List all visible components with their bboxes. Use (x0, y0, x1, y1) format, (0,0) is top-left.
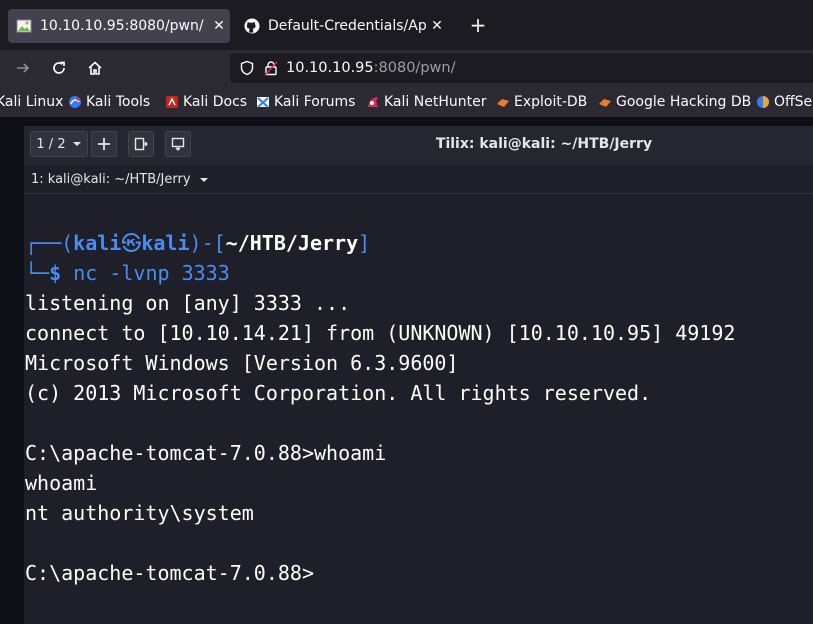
prompt-bracket: [ (213, 231, 226, 255)
terminal-tab-bar: 1: kali@kali: ~/HTB/Jerry (24, 166, 813, 194)
reload-icon (53, 61, 65, 74)
prompt-corner: └─ (25, 261, 50, 285)
kali-tools-icon (68, 95, 82, 109)
prompt-dollar: $ (49, 261, 62, 285)
reload-button[interactable] (46, 55, 72, 81)
bookmark-label: Kali Docs (183, 94, 248, 110)
terminal-title: 1: kali@kali: ~/HTB/Jerry (31, 172, 191, 187)
url-text[interactable]: 10.10.10.95:8080/pwn/ (286, 60, 455, 76)
bookmark-kali-nethunter[interactable]: Kali NetHunter (366, 93, 486, 111)
output-line: C:\apache-tomcat-7.0.88>whoami (25, 441, 387, 465)
address-bar[interactable]: 10.10.10.95:8080/pwn/ (230, 53, 813, 83)
bookmark-offsec[interactable]: OffSec (756, 93, 813, 111)
output-line: connect to [10.10.14.21] from (UNKNOWN) … (25, 321, 736, 345)
tab-title: Default-Credentials/Apac (268, 18, 426, 34)
exploit-db-icon (496, 95, 510, 109)
home-icon (88, 61, 102, 75)
prompt-user: kali (73, 231, 122, 255)
bookmark-label: Kali Forums (274, 94, 356, 110)
bookmark-label: Google Hacking DB (616, 94, 752, 110)
bookmark-kali-forums[interactable]: Kali Forums (256, 93, 355, 111)
prompt-paren: ( (61, 231, 74, 255)
browser-tab-strip: 10.10.10.95:8080/pwn/ ✕ Default-Credenti… (0, 0, 813, 50)
kali-forums-icon (256, 95, 270, 109)
bookmark-exploit-db[interactable]: Exploit-DB (496, 93, 587, 111)
ghdb-icon (598, 95, 612, 109)
prompt-dash: - (201, 231, 214, 255)
arrow-right-icon (17, 63, 30, 73)
bookmark-label: OffSec (774, 94, 813, 110)
home-button[interactable] (82, 55, 108, 81)
bookmark-label: Kali Tools (86, 94, 151, 110)
tab-title: 10.10.10.95:8080/pwn/ (40, 18, 204, 34)
bookmark-google-hacking-db[interactable]: Google Hacking DB (598, 93, 751, 111)
output-line: nt authority\system (25, 501, 254, 525)
output-line: (c) 2013 Microsoft Corporation. All righ… (25, 381, 652, 405)
bookmark-label: Kali NetHunter (384, 94, 487, 110)
bookmark-label: Kali Linux (0, 94, 64, 110)
shield-icon[interactable] (238, 59, 256, 77)
terminal-title-menu[interactable]: 1: kali@kali: ~/HTB/Jerry (31, 172, 209, 187)
prompt-path: ~/HTB/Jerry (225, 231, 359, 255)
tilix-window-title: Tilix: kali@kali: ~/HTB/Jerry (435, 136, 653, 152)
chevron-down-icon (199, 177, 208, 182)
output-line: C:\apache-tomcat-7.0.88> (25, 561, 314, 585)
command-args: -lvnp 3333 (97, 261, 230, 285)
output-line: whoami (25, 471, 98, 495)
new-tab-button[interactable]: + (466, 11, 490, 39)
tab-close-icon[interactable]: ✕ (426, 18, 448, 34)
url-host: 10.10.10.95 (286, 60, 374, 76)
tilix-header-bar: 1 / 2 Tilix: kali@kali: ~/HTB/Jerry (24, 126, 813, 166)
bookmark-kali-tools[interactable]: Kali Tools (68, 93, 150, 111)
prompt-at: ㉿ (121, 231, 142, 255)
navigation-bar: 10.10.10.95:8080/pwn/ (0, 50, 813, 86)
prompt-paren: ) (189, 231, 202, 255)
prompt-line-2: └─$ nc -lvnp 3333 (25, 258, 230, 288)
prompt-corner: ┌── (25, 231, 62, 255)
tilix-window: 1 / 2 Tilix: kali@kali: ~/HTB/Jerry 1: k… (24, 126, 813, 624)
prompt-bracket: ] (358, 231, 371, 255)
image-broken-icon (16, 18, 32, 34)
prompt-host: kali (141, 231, 190, 255)
bookmark-kali-docs[interactable]: Kali Docs (165, 93, 247, 111)
offsec-icon (756, 95, 770, 109)
tab-pwn[interactable]: 10.10.10.95:8080/pwn/ ✕ (8, 9, 230, 43)
insecure-lock-icon[interactable] (262, 59, 280, 77)
forward-button[interactable] (10, 55, 36, 81)
output-line: Microsoft Windows [Version 6.3.9600] (25, 351, 459, 375)
output-line: listening on [any] 3333 ... (25, 291, 351, 315)
terminal-output[interactable]: ┌──(kali㉿kali)-[~/HTB/Jerry] └─$ nc -lvn… (24, 194, 813, 624)
github-icon (244, 18, 260, 34)
url-path: :8080/pwn/ (373, 60, 456, 76)
kali-docs-icon (165, 95, 179, 109)
bookmark-kali-linux[interactable]: Kali Linux (0, 93, 63, 111)
nethunter-icon (366, 95, 380, 109)
bookmark-label: Exploit-DB (514, 94, 588, 110)
bookmarks-bar: Kali Linux Kali Tools Kali Docs Kali For… (0, 86, 813, 118)
tab-default-credentials[interactable]: Default-Credentials/Apac ✕ (238, 9, 448, 43)
prompt-line-1: ┌──(kali㉿kali)-[~/HTB/Jerry] (25, 228, 370, 258)
tab-close-icon[interactable]: ✕ (208, 18, 230, 34)
command-name: nc (73, 261, 98, 285)
